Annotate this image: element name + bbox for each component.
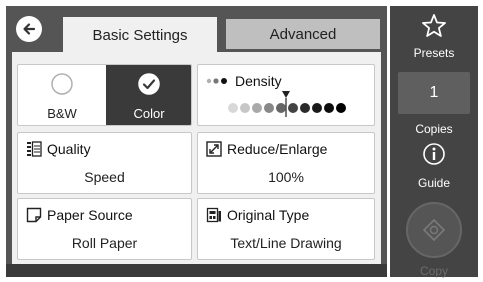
paper-source-label: Paper Source bbox=[47, 207, 133, 223]
original-type-title: Original Type bbox=[206, 207, 309, 223]
guide-button[interactable]: Guide bbox=[390, 140, 478, 192]
check-circle-icon bbox=[138, 73, 160, 95]
color-label: Color bbox=[133, 106, 165, 121]
density-dots-icon bbox=[206, 78, 227, 84]
color-option[interactable]: Color bbox=[106, 65, 191, 125]
arrow-left-icon bbox=[23, 23, 36, 35]
reduce-enlarge-label: Reduce/Enlarge bbox=[227, 141, 328, 157]
reduce-enlarge-value: 100% bbox=[268, 169, 304, 185]
tab-advanced-label: Advanced bbox=[269, 25, 337, 43]
star-icon bbox=[422, 14, 446, 37]
copy-start-button[interactable] bbox=[406, 202, 462, 258]
tab-advanced[interactable]: Advanced bbox=[226, 19, 380, 49]
density-card[interactable]: Density bbox=[197, 64, 375, 126]
paper-source-card[interactable]: Paper Source Roll Paper bbox=[17, 198, 192, 260]
paper-icon bbox=[26, 207, 42, 223]
copies-field[interactable]: 1 bbox=[398, 72, 470, 114]
tab-basic-settings-label: Basic Settings bbox=[92, 26, 188, 44]
bw-option[interactable]: B&W bbox=[18, 65, 106, 125]
bottom-strip bbox=[6, 264, 387, 277]
quality-value: Speed bbox=[84, 169, 125, 185]
quality-card[interactable]: Quality Speed bbox=[17, 132, 192, 194]
density-scale-icon bbox=[228, 91, 346, 117]
quality-title: Quality bbox=[26, 141, 91, 157]
paper-source-title: Paper Source bbox=[26, 207, 133, 223]
empty-circle-icon bbox=[51, 73, 73, 95]
color-mode-selector: B&W Color bbox=[17, 64, 192, 126]
quality-list-icon bbox=[27, 141, 42, 157]
right-sidebar: Presets 1 Copies Guide Copy bbox=[390, 6, 478, 278]
original-type-label: Original Type bbox=[227, 207, 310, 223]
original-document-icon bbox=[206, 207, 221, 223]
back-button[interactable] bbox=[16, 16, 42, 42]
copies-label: Copies bbox=[415, 122, 453, 136]
bw-label: B&W bbox=[47, 106, 77, 121]
copies-value: 1 bbox=[429, 84, 439, 101]
paper-source-value: Roll Paper bbox=[71, 235, 138, 251]
tab-basic-settings[interactable]: Basic Settings bbox=[63, 17, 217, 53]
resize-icon bbox=[206, 141, 222, 157]
start-diamond-icon bbox=[422, 218, 446, 242]
original-type-card[interactable]: Original Type Text/Line Drawing bbox=[197, 198, 375, 260]
quality-label: Quality bbox=[47, 141, 91, 157]
reduce-enlarge-card[interactable]: Reduce/Enlarge 100% bbox=[197, 132, 375, 194]
guide-label: Guide bbox=[417, 176, 451, 190]
basic-settings-panel: B&W Color Density Quality Speed Reduce/E… bbox=[12, 52, 381, 264]
reduce-enlarge-title: Reduce/Enlarge bbox=[206, 141, 327, 157]
original-type-value: Text/Line Drawing bbox=[230, 235, 342, 251]
copy-label: Copy bbox=[419, 264, 448, 278]
info-icon bbox=[423, 143, 445, 165]
presets-button[interactable]: Presets bbox=[390, 6, 478, 64]
presets-label: Presets bbox=[413, 46, 455, 60]
